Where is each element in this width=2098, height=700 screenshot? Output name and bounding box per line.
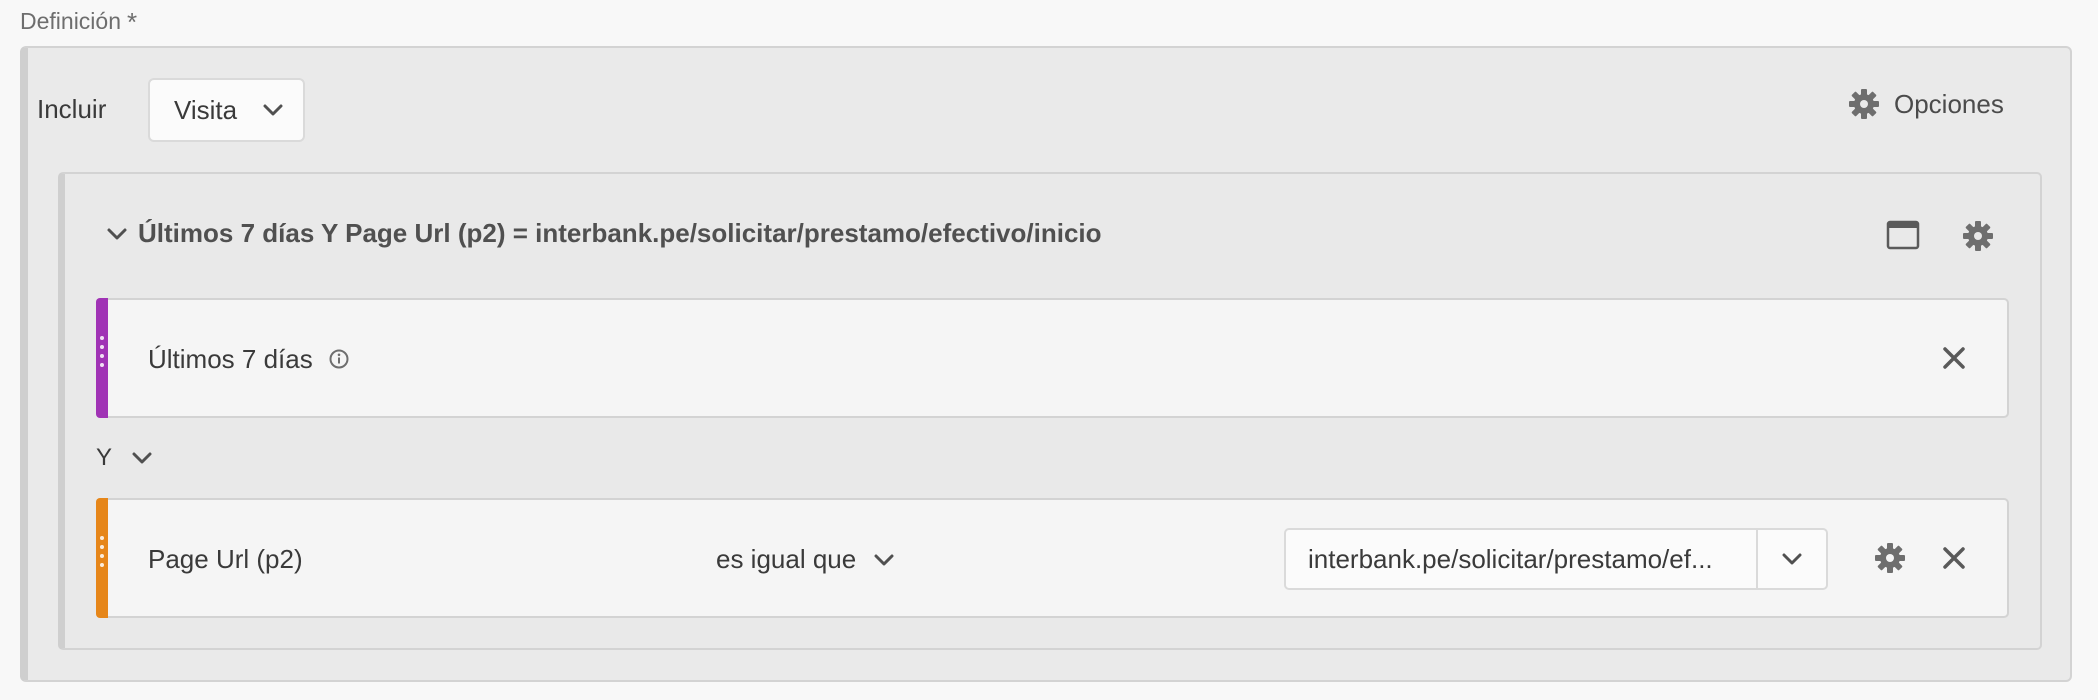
info-icon[interactable]	[328, 348, 350, 370]
chevron-down-icon	[1782, 552, 1802, 566]
logical-operator-dropdown[interactable]: Y	[96, 444, 152, 472]
gear-icon	[1848, 88, 1880, 120]
definition-label-text: Definición	[20, 8, 121, 34]
options-button[interactable]: Opciones	[1848, 88, 2004, 120]
value-input[interactable]: interbank.pe/solicitar/prestamo/ef...	[1286, 530, 1758, 588]
chevron-down-icon[interactable]	[106, 226, 128, 242]
include-scope-dropdown[interactable]: Visita	[148, 78, 305, 142]
include-scope-value: Visita	[174, 94, 238, 125]
include-label: Incluir	[37, 94, 107, 124]
close-icon[interactable]	[1940, 344, 1968, 372]
operator-dropdown[interactable]: es igual que	[716, 544, 894, 575]
rule-name: Page Url (p2)	[148, 544, 303, 574]
chevron-down-icon	[132, 451, 152, 465]
rule-name: Últimos 7 días	[148, 344, 313, 374]
container-header[interactable]: Últimos 7 días Y Page Url (p2) = interba…	[106, 218, 1102, 249]
drag-handle[interactable]	[96, 298, 108, 418]
drag-handle-dots	[100, 536, 104, 567]
drag-handle[interactable]	[96, 498, 108, 618]
close-icon[interactable]	[1940, 544, 1968, 572]
chevron-down-icon	[874, 553, 894, 567]
drag-handle-dots	[100, 336, 104, 367]
gear-icon[interactable]	[1962, 220, 1994, 252]
value-dropdown-button[interactable]	[1758, 530, 1826, 588]
chevron-down-icon	[263, 103, 283, 117]
rule-card-page-url[interactable]: Page Url (p2) es igual que interbank.pe/…	[96, 498, 2009, 618]
required-marker: *	[127, 6, 138, 37]
container-title: Últimos 7 días Y Page Url (p2) = interba…	[138, 218, 1102, 248]
window-icon[interactable]	[1886, 220, 1920, 250]
definition-label: Definición *	[20, 8, 137, 35]
operator-value: es igual que	[716, 544, 857, 574]
rule-card-date-range[interactable]: Últimos 7 días	[96, 298, 2009, 418]
gear-icon[interactable]	[1874, 542, 1906, 574]
value-combobox[interactable]: interbank.pe/solicitar/prestamo/ef...	[1284, 528, 1828, 590]
options-label: Opciones	[1894, 88, 2004, 119]
logical-operator-label: Y	[96, 444, 113, 471]
